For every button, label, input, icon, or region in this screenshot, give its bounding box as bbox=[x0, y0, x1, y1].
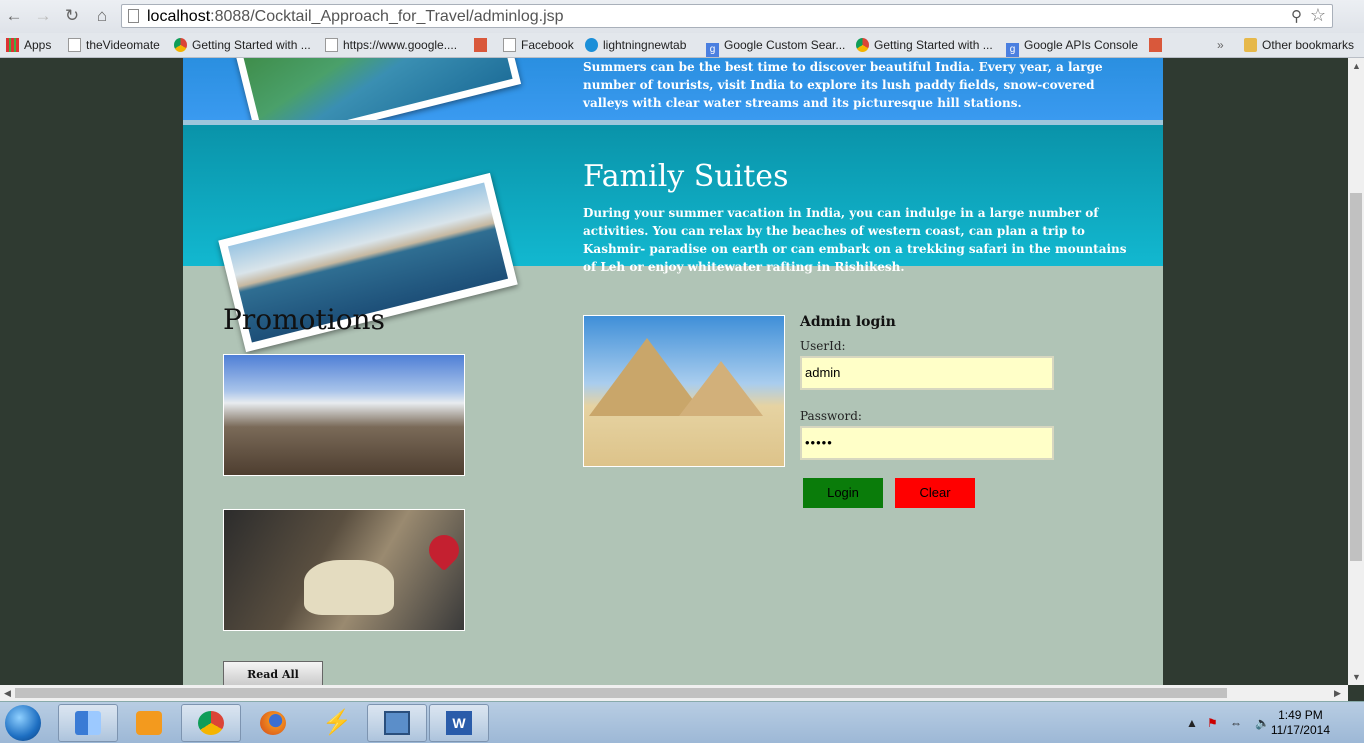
network-icon[interactable]: ⇔ bbox=[1230, 716, 1242, 730]
show-hidden-icons[interactable]: ▲ bbox=[1186, 716, 1198, 730]
apps-icon bbox=[6, 38, 19, 52]
bookmark-google-apis[interactable]: g Google APIs Console bbox=[1006, 36, 1138, 57]
horizontal-scroll-thumb[interactable] bbox=[15, 688, 1227, 698]
box-icon bbox=[384, 711, 410, 735]
page-viewport: Summers can be the best time to discover… bbox=[0, 58, 1348, 685]
browser-toolbar: ← → ↻ ⌂ localhost:8088/Cocktail_Approach… bbox=[0, 0, 1364, 33]
flag-icon[interactable]: ⚑ bbox=[1207, 716, 1218, 730]
promotions-title: Promotions bbox=[223, 303, 385, 336]
folder-icon bbox=[1244, 38, 1257, 52]
red-page-icon bbox=[474, 38, 487, 52]
bookmark-apps[interactable]: Apps bbox=[6, 36, 51, 54]
password-input[interactable]: ••••• bbox=[800, 426, 1054, 460]
bookmark-facebook[interactable]: Facebook bbox=[503, 36, 574, 54]
chrome-icon bbox=[198, 711, 224, 735]
read-all-button[interactable]: Read All bbox=[223, 661, 323, 685]
scooter-promo-image[interactable] bbox=[223, 509, 465, 631]
page-icon bbox=[128, 9, 139, 23]
task-finder[interactable] bbox=[58, 704, 118, 742]
clock-time: 1:49 PM bbox=[1278, 708, 1323, 722]
pyramid-shape bbox=[679, 361, 763, 416]
windows-taskbar: ⚡ W ▲ ⚑ ⇔ 🔈 1:49 PM 11/17/2014 bbox=[0, 701, 1364, 743]
more-bookmarks-button[interactable]: » bbox=[1217, 36, 1224, 54]
page-container: Summers can be the best time to discover… bbox=[183, 58, 1163, 685]
finder-icon bbox=[75, 711, 101, 735]
firefox-icon bbox=[260, 711, 286, 735]
pyramids-image bbox=[583, 315, 785, 467]
vertical-scroll-thumb[interactable] bbox=[1350, 193, 1362, 561]
task-media[interactable] bbox=[119, 704, 179, 742]
task-word[interactable]: W bbox=[429, 704, 489, 742]
volume-icon[interactable]: 🔈 bbox=[1255, 716, 1270, 730]
horizontal-scrollbar[interactable]: ◀ ▶ bbox=[0, 685, 1348, 701]
bookmark-lightningnewtab[interactable]: lightningnewtab bbox=[585, 36, 686, 54]
scroll-down-icon[interactable]: ▼ bbox=[1352, 669, 1361, 685]
scroll-left-icon[interactable]: ◀ bbox=[4, 685, 11, 701]
bookmark-red-1[interactable] bbox=[474, 36, 492, 54]
bookmark-google-custom-search[interactable]: g Google Custom Sear... bbox=[706, 36, 845, 57]
lightning-icon: ⚡ bbox=[322, 709, 352, 736]
summer-banner-text: Summers can be the best time to discover… bbox=[583, 60, 1103, 110]
scroll-up-icon[interactable]: ▲ bbox=[1352, 58, 1361, 74]
bookmark-google-url[interactable]: https://www.google.... bbox=[325, 36, 457, 54]
vertical-scrollbar[interactable]: ▲ ▼ bbox=[1348, 58, 1364, 685]
other-bookmarks[interactable]: Other bookmarks bbox=[1244, 36, 1354, 54]
google-icon: g bbox=[706, 43, 719, 57]
bookmark-getting-started-2[interactable]: Getting Started with ... bbox=[856, 36, 993, 54]
login-button[interactable]: Login bbox=[803, 478, 883, 508]
admin-login-title: Admin login bbox=[800, 314, 896, 330]
bookmark-thevideomate[interactable]: theVideomate bbox=[68, 36, 160, 54]
clock-date: 11/17/2014 bbox=[1270, 723, 1330, 737]
task-lightning[interactable]: ⚡ bbox=[305, 704, 365, 742]
scroll-right-icon[interactable]: ▶ bbox=[1334, 685, 1341, 701]
clear-button[interactable]: Clear bbox=[895, 478, 975, 508]
password-label: Password: bbox=[800, 409, 862, 423]
bookmarks-bar: Apps theVideomate Getting Started with .… bbox=[0, 33, 1364, 58]
task-chrome[interactable] bbox=[181, 704, 241, 742]
scooter-shape bbox=[304, 560, 394, 615]
family-suites-text: During your summer vacation in India, yo… bbox=[583, 206, 1127, 274]
url-text[interactable]: localhost:8088/Cocktail_Approach_for_Tra… bbox=[147, 7, 564, 27]
mountain-promo-image[interactable] bbox=[223, 354, 465, 476]
key-icon[interactable]: ⚲ bbox=[1291, 7, 1302, 25]
page-icon bbox=[503, 38, 516, 52]
star-icon[interactable]: ☆ bbox=[1310, 5, 1326, 26]
system-clock[interactable]: 1:49 PM 11/17/2014 bbox=[1271, 708, 1330, 738]
home-icon[interactable]: ⌂ bbox=[92, 6, 112, 26]
chrome-icon bbox=[856, 38, 869, 52]
url-path: :8088/Cocktail_Approach_for_Travel/admin… bbox=[210, 8, 564, 25]
task-firefox[interactable] bbox=[243, 704, 303, 742]
bookmark-red-2[interactable] bbox=[1149, 36, 1167, 54]
page-icon bbox=[325, 38, 338, 52]
chrome-icon bbox=[174, 38, 187, 52]
userid-input[interactable]: admin bbox=[800, 356, 1054, 390]
start-button[interactable] bbox=[5, 705, 41, 741]
lightning-icon bbox=[585, 38, 598, 52]
forward-icon[interactable]: → bbox=[33, 6, 53, 26]
word-icon: W bbox=[446, 711, 472, 735]
page-icon bbox=[68, 38, 81, 52]
bookmark-getting-started-1[interactable]: Getting Started with ... bbox=[174, 36, 311, 54]
media-player-icon bbox=[136, 711, 162, 735]
summer-banner: Summers can be the best time to discover… bbox=[183, 58, 1163, 150]
heart-shape bbox=[422, 528, 464, 572]
task-virtualbox[interactable] bbox=[367, 704, 427, 742]
google-icon: g bbox=[1006, 43, 1019, 57]
address-bar[interactable]: localhost:8088/Cocktail_Approach_for_Tra… bbox=[121, 4, 1333, 28]
family-suites-banner: Family Suites During your summer vacatio… bbox=[183, 125, 1163, 353]
url-host: localhost bbox=[147, 8, 211, 25]
reload-icon[interactable]: ↻ bbox=[62, 6, 82, 26]
userid-label: UserId: bbox=[800, 339, 846, 353]
back-icon[interactable]: ← bbox=[4, 6, 24, 26]
red-page-icon bbox=[1149, 38, 1162, 52]
family-suites-title: Family Suites bbox=[583, 159, 789, 194]
